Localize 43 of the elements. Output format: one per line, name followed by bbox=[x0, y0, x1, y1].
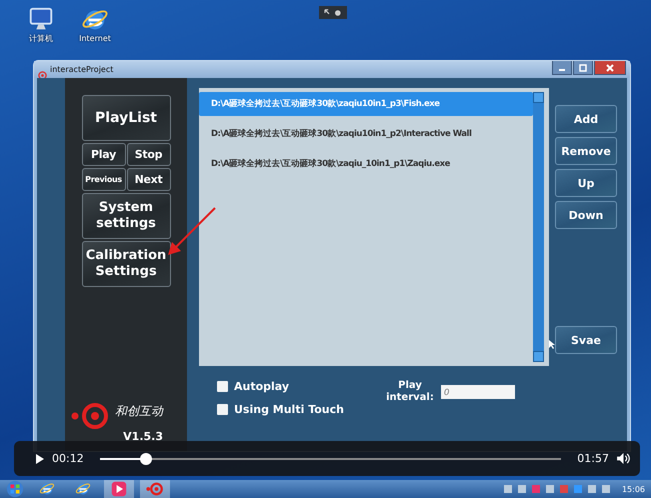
checkbox-label: Using Multi Touch bbox=[234, 403, 344, 416]
sidebar-button[interactable]: Next bbox=[126, 168, 170, 191]
version-text: V1.5.3 bbox=[123, 430, 163, 443]
maximize-button[interactable] bbox=[573, 61, 593, 75]
play-icon[interactable] bbox=[36, 454, 44, 464]
list-button[interactable]: Add bbox=[555, 105, 617, 133]
start-button[interactable] bbox=[6, 480, 24, 498]
clock-text: 15:06 bbox=[622, 484, 645, 494]
sidebar-button[interactable]: Stop bbox=[126, 143, 170, 166]
mouse-cursor-icon bbox=[549, 340, 555, 349]
sidebar-button[interactable]: Previous bbox=[82, 168, 126, 191]
annotation-arrow bbox=[165, 206, 217, 258]
playlist-item[interactable]: D:\A砸球全拷过去\互动砸球30款\zaqiu10in1_p2\Interactive Wall bbox=[199, 122, 533, 146]
maximize-icon bbox=[578, 64, 588, 72]
sidebar-button[interactable]: System settings bbox=[82, 193, 170, 239]
scrollbar[interactable] bbox=[533, 92, 544, 362]
total-time: 01:57 bbox=[577, 452, 609, 465]
minimize-button[interactable] bbox=[552, 61, 572, 75]
list-button[interactable]: Down bbox=[555, 201, 617, 229]
list-button[interactable]: Up bbox=[555, 169, 617, 197]
volume-icon[interactable] bbox=[617, 453, 630, 464]
list-button[interactable]: Svae bbox=[555, 326, 617, 354]
interval-label: Play interval: bbox=[385, 380, 435, 404]
checkbox[interactable] bbox=[217, 404, 228, 415]
list-button[interactable]: Remove bbox=[555, 137, 617, 165]
sidebar-button[interactable]: Calibration Settings bbox=[82, 241, 170, 287]
seek-handle[interactable] bbox=[140, 452, 152, 464]
icon-label: Internet bbox=[79, 34, 111, 44]
checkbox[interactable] bbox=[217, 381, 228, 392]
interval-input-field[interactable]: 0 bbox=[440, 385, 515, 399]
window-title: interacteProject bbox=[50, 65, 114, 74]
play-app-taskbar-icon[interactable] bbox=[104, 480, 134, 498]
target-logo-icon bbox=[71, 403, 111, 429]
checkbox-label: Autoplay bbox=[234, 380, 290, 393]
close-icon bbox=[605, 64, 615, 72]
sidebar-button[interactable]: Play bbox=[82, 143, 126, 166]
close-button[interactable] bbox=[594, 61, 626, 75]
sidebar-button[interactable]: PlayList bbox=[82, 95, 170, 141]
elapsed-time: 00:12 bbox=[52, 452, 84, 465]
media-controls-badge[interactable] bbox=[319, 6, 347, 19]
brand-name: 和创互动 bbox=[115, 403, 163, 420]
playlist-item[interactable]: D:\A砸球全拷过去\互动砸球30款\zaqiu_10in1_p1\Zaqiu.exe bbox=[199, 152, 533, 176]
icon-label: 计算机 bbox=[29, 34, 53, 44]
